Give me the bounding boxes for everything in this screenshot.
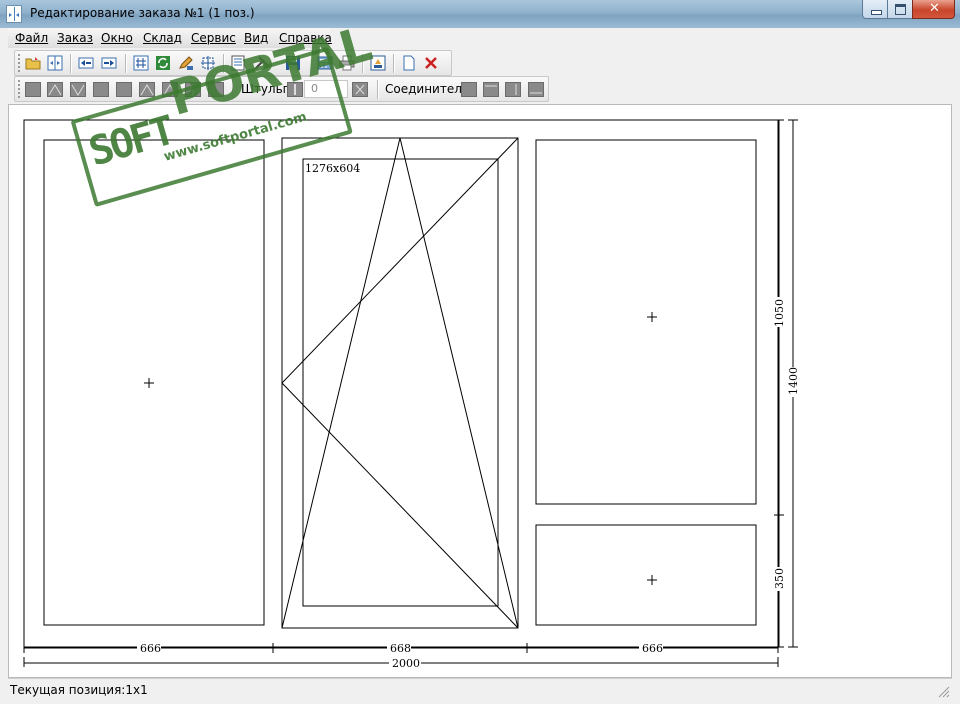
middle-sash-frame[interactable]: [281, 137, 519, 629]
menu-service[interactable]: Сервис: [191, 31, 236, 45]
close-button[interactable]: ✕: [912, 0, 955, 19]
profile-square-3-icon[interactable]: [116, 82, 132, 97]
connector-2-icon[interactable]: [483, 82, 499, 97]
menu-file[interactable]: Файл: [15, 31, 48, 45]
move-right-icon[interactable]: [101, 55, 117, 71]
minimize-button[interactable]: [862, 0, 888, 19]
minimize-icon: [871, 10, 882, 15]
open-folder-icon[interactable]: [25, 55, 41, 71]
connector-1-icon[interactable]: [461, 82, 477, 97]
maximize-icon: [895, 4, 906, 15]
title-bar[interactable]: Редактирование заказа №1 (1 поз.) ✕: [0, 0, 960, 28]
connector-3-icon[interactable]: [505, 82, 521, 97]
middle-width-dim: 668: [390, 642, 411, 655]
menu-order[interactable]: Заказ: [57, 31, 93, 45]
editor-window: Редактирование заказа №1 (1 поз.) ✕ Файл…: [0, 0, 960, 704]
tilt-lines: [281, 137, 519, 629]
right-width-dim: 666: [642, 642, 663, 655]
right-top-height-dim: 1050: [773, 299, 786, 327]
connector-label: Соединитель:: [385, 82, 474, 96]
resize-grip-icon[interactable]: [938, 686, 950, 698]
profile-square-icon[interactable]: [25, 82, 41, 97]
window-title: Редактирование заказа №1 (1 поз.): [30, 6, 255, 20]
right-bottom-marker: [647, 575, 657, 585]
close-icon: ✕: [929, 1, 940, 16]
refresh-icon[interactable]: [155, 55, 171, 71]
maximize-button[interactable]: [887, 0, 913, 19]
profile-square-2-icon[interactable]: [93, 82, 109, 97]
toolbar-grip[interactable]: [18, 54, 23, 72]
profile-up-icon[interactable]: [47, 82, 63, 97]
profile-down-icon[interactable]: [70, 82, 86, 97]
status-bar: Текущая позиция:1x1: [8, 678, 952, 700]
grid-icon[interactable]: [133, 55, 149, 71]
left-pane-marker: [144, 378, 154, 388]
right-bottom-height-dim: 350: [773, 568, 786, 589]
total-width-dim: 2000: [392, 657, 420, 670]
sash-size-label: 1276x604: [305, 162, 360, 175]
move-left-icon[interactable]: [78, 55, 94, 71]
shtulp-clear-icon[interactable]: [352, 82, 368, 97]
current-position-status: Текущая позиция:1x1: [10, 683, 148, 697]
frame-split-icon[interactable]: [47, 55, 63, 71]
outer-frame[interactable]: [23, 119, 779, 648]
middle-sash-glass[interactable]: [302, 158, 499, 607]
connector-4-icon[interactable]: [528, 82, 544, 97]
right-top-pane[interactable]: [535, 139, 757, 505]
profile-arch-icon[interactable]: [139, 82, 155, 97]
menu-warehouse[interactable]: Склад: [143, 31, 182, 45]
toolbar-grip-2[interactable]: [18, 80, 23, 98]
menu-bar: Файл Заказ Окно Склад Сервис Вид Справка: [8, 28, 952, 48]
delete-icon[interactable]: [423, 55, 439, 71]
menu-window[interactable]: Окно: [101, 31, 133, 45]
app-icon: [6, 5, 22, 23]
new-document-icon[interactable]: [401, 55, 417, 71]
left-width-dim: 666: [140, 642, 161, 655]
side-hung-lines: [281, 137, 519, 629]
right-bottom-pane[interactable]: [535, 524, 757, 626]
total-height-dim: 1400: [787, 367, 800, 395]
right-top-marker: [647, 312, 657, 322]
